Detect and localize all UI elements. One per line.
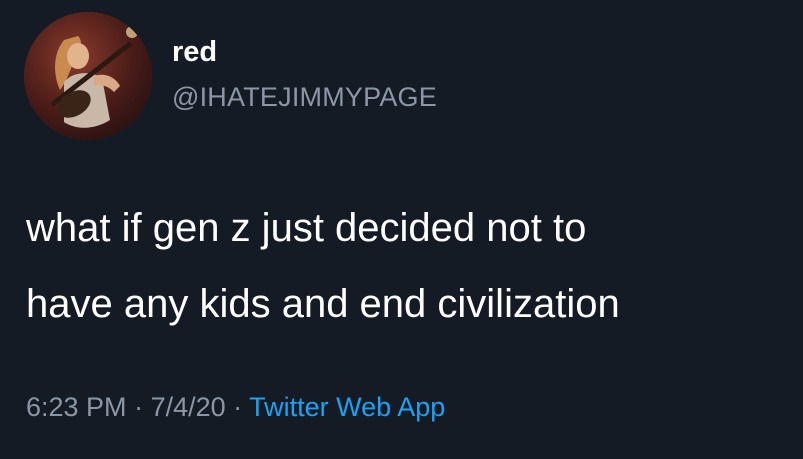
tweet-time[interactable]: 6:23 PM	[26, 392, 127, 422]
tweet-text-line: what if gen z just decided not to	[26, 206, 587, 250]
tweet-card: red @IHATEJIMMYPAGE what if gen z just d…	[0, 0, 803, 459]
tweet-text-line: have any kids and end civilization	[26, 282, 620, 326]
user-handle[interactable]: @IHATEJIMMYPAGE	[172, 84, 437, 111]
meta-separator: ·	[225, 392, 250, 422]
avatar[interactable]	[24, 12, 152, 140]
tweet-date[interactable]: 7/4/20	[151, 392, 226, 422]
tweet-meta: 6:23 PM · 7/4/20 · Twitter Web App	[26, 394, 445, 421]
tweet-text: what if gen z just decided not to have a…	[26, 190, 796, 342]
meta-separator: ·	[126, 392, 151, 422]
tweet-source-link[interactable]: Twitter Web App	[249, 392, 445, 422]
guitarist-photo-icon	[24, 12, 152, 140]
display-name[interactable]: red	[172, 38, 217, 67]
